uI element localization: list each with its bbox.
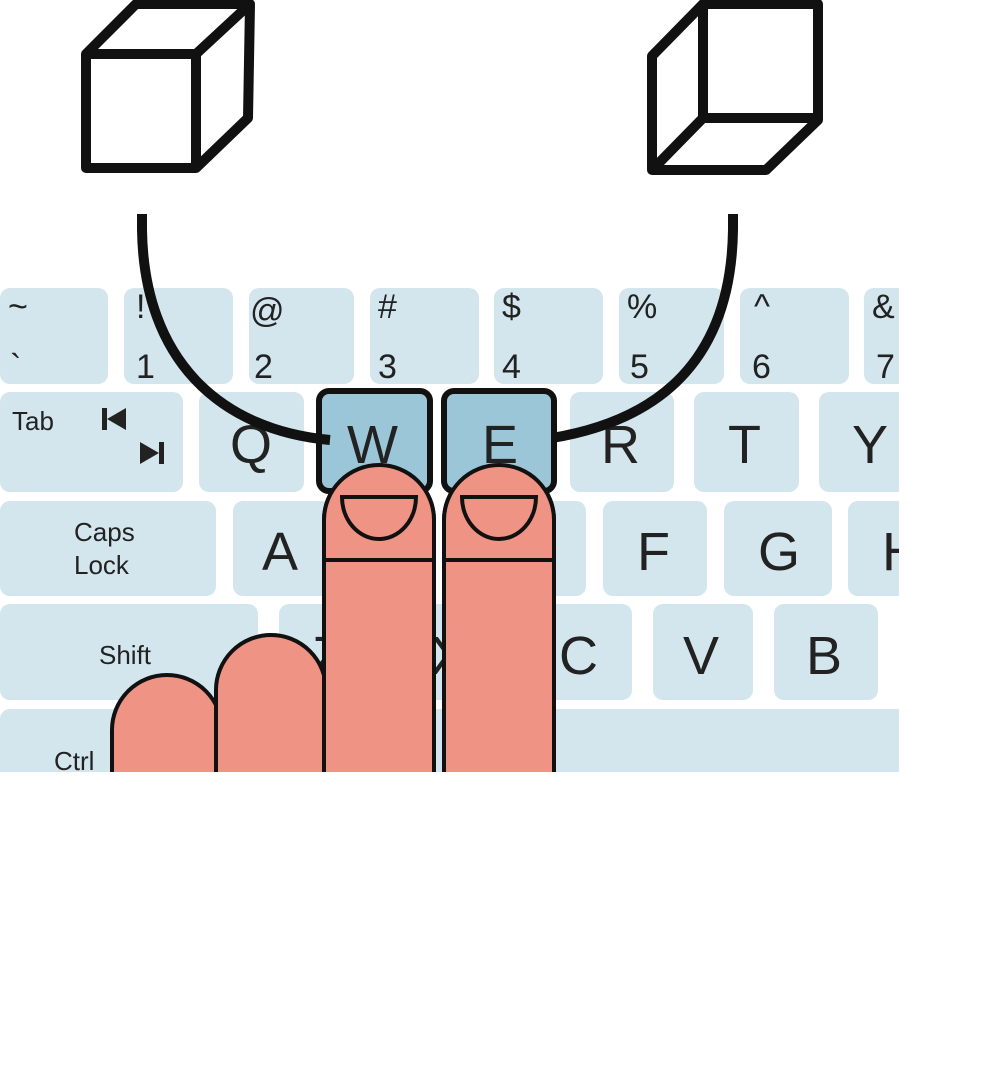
key-4-bottom: 4 [502, 348, 521, 386]
key-h[interactable] [848, 501, 958, 596]
cube-rotated-right-icon [647, 0, 823, 175]
key-5-top: % [627, 288, 657, 326]
caps-label-line2: Lock [74, 550, 130, 580]
keyboard: ~ ` ! 1 @ 2 # 3 $ 4 % 5 ^ 6 & 7 Tab Q R … [0, 288, 958, 776]
key-7-top: & [872, 288, 895, 326]
key-3-bottom: 3 [378, 348, 397, 386]
pinky-finger [110, 673, 224, 772]
key-4-top: $ [502, 288, 521, 326]
key-1-bottom: 1 [136, 348, 155, 386]
key-a-label: A [262, 522, 298, 582]
number-row: ~ ` ! 1 @ 2 # 3 $ 4 % 5 ^ 6 & 7 [0, 288, 899, 386]
key-f-label: F [637, 522, 670, 582]
shift-label: Shift [99, 640, 152, 670]
key-5-bottom: 5 [630, 348, 649, 386]
key-h-label: H [882, 522, 921, 582]
keyboard-rotate-diagram: ~ ` ! 1 @ 2 # 3 $ 4 % 5 ^ 6 & 7 Tab Q R … [0, 0, 958, 776]
key-backtick-bottom: ` [10, 348, 21, 386]
key-g-label: G [758, 522, 800, 582]
tab-label: Tab [12, 406, 54, 436]
key-2-bottom: 2 [254, 348, 273, 386]
fingertips [322, 463, 556, 562]
caps-label-line1: Caps [74, 517, 135, 547]
key-caps-lock[interactable] [0, 501, 216, 596]
key-t-label: T [728, 415, 761, 475]
key-b-label: B [806, 626, 842, 686]
key-v-label: V [683, 626, 719, 686]
key-2-top: @ [250, 292, 285, 330]
key-c-label: C [559, 626, 598, 686]
key-3-top: # [378, 288, 397, 326]
key-6-top: ^ [754, 288, 770, 326]
key-1-top: ! [136, 288, 145, 326]
key-7-bottom: 7 [876, 348, 895, 386]
ring-finger [214, 633, 328, 772]
key-6-bottom: 6 [752, 348, 771, 386]
ctrl-label: Ctrl [54, 746, 94, 776]
key-y-label: Y [852, 415, 888, 475]
cube-rotated-left-icon [81, 0, 255, 173]
key-backtick-top: ~ [8, 288, 28, 326]
